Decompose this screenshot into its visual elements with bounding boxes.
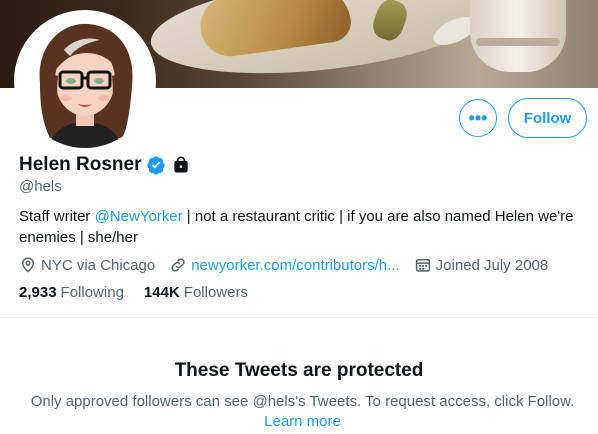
more-options-button[interactable]: ••• xyxy=(459,99,497,137)
avatar[interactable] xyxy=(14,10,156,152)
bio-text-prefix: Staff writer xyxy=(19,208,95,225)
followers-link[interactable]: 144K Followers xyxy=(144,284,248,301)
website-link[interactable]: newyorker.com/contributors/h... xyxy=(191,257,399,274)
joined-text: Joined July 2008 xyxy=(435,256,549,274)
followers-count: 144K xyxy=(143,284,180,301)
follow-button-label: Follow xyxy=(523,109,572,127)
following-link[interactable]: 2,933 Following xyxy=(19,284,124,301)
profile-location: NYC via Chicago xyxy=(19,256,155,274)
section-divider xyxy=(0,317,598,318)
lock-icon xyxy=(174,156,189,173)
followers-label: Followers xyxy=(183,284,248,301)
link-icon xyxy=(171,258,185,272)
location-pin-icon xyxy=(21,257,35,273)
location-text: NYC via Chicago xyxy=(41,256,156,274)
protected-text: Only approved followers can see @hels's … xyxy=(30,393,575,410)
protected-title: These Tweets are protected xyxy=(174,360,424,381)
more-icon: ••• xyxy=(468,107,488,128)
profile-handle: @hels xyxy=(19,178,62,195)
avatar-image xyxy=(18,14,152,148)
bio-mention-link[interactable]: @NewYorker xyxy=(95,208,183,225)
learn-more-link[interactable]: Learn more xyxy=(264,413,341,430)
following-count: 2,933 xyxy=(19,284,57,301)
profile-website[interactable]: newyorker.com/contributors/h... xyxy=(169,256,400,274)
profile-name-row: Helen Rosner xyxy=(19,153,191,177)
profile-name: Helen Rosner xyxy=(19,154,142,175)
avatar-illustration xyxy=(18,14,152,148)
verified-badge-icon[interactable] xyxy=(146,155,166,175)
calendar-icon xyxy=(415,259,430,272)
profile-counts: 2,933 Following 144K Followers xyxy=(19,284,248,301)
profile-joined: Joined July 2008 xyxy=(414,256,549,274)
protected-message: Only approved followers can see @hels's … xyxy=(30,392,575,432)
profile-meta: NYC via Chicago newyorker.com/contributo… xyxy=(19,254,562,276)
follow-button[interactable]: Follow xyxy=(508,98,587,138)
following-label: Following xyxy=(60,284,124,301)
profile-bio: Staff writer @NewYorker | not a restaura… xyxy=(19,206,579,248)
banner-cup xyxy=(470,0,566,72)
